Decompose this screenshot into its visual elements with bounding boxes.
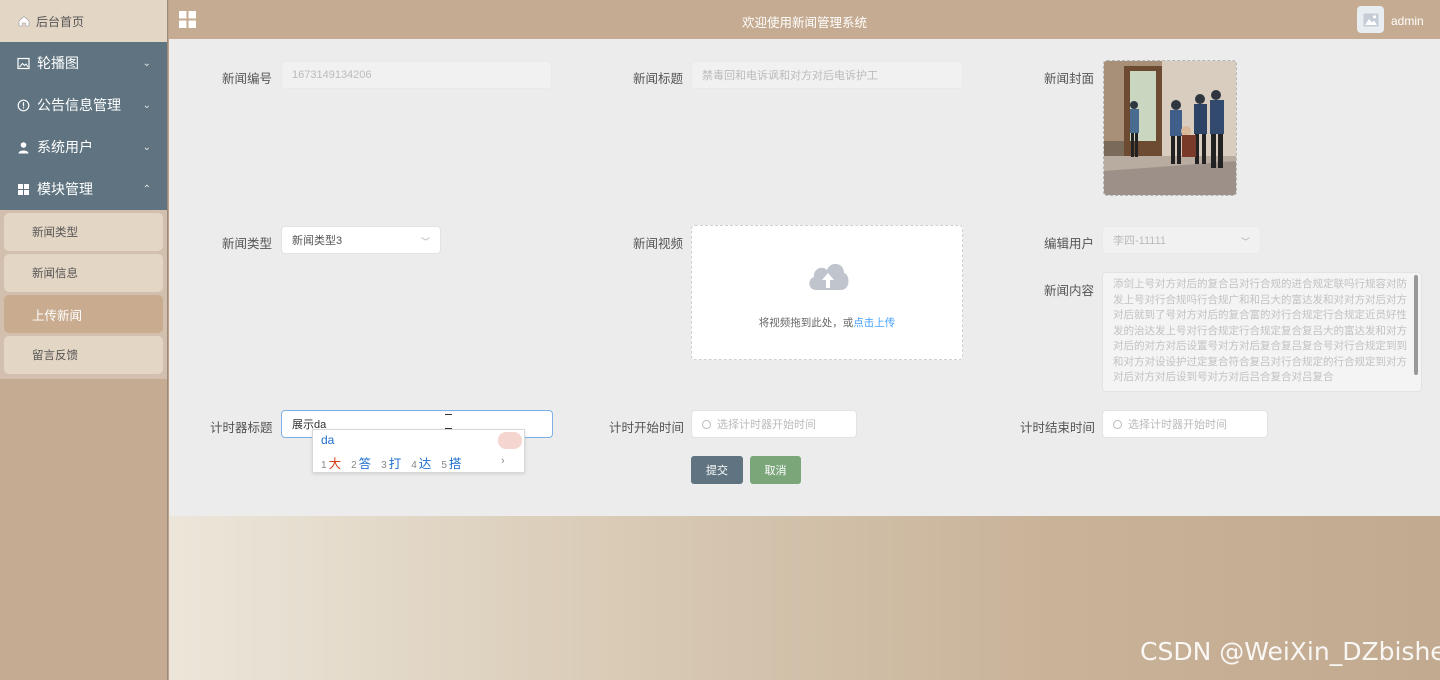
submenu-news-info[interactable]: 新闻信息 [4, 254, 163, 292]
sidebar-item-notice[interactable]: 公告信息管理 ⌄ [0, 84, 167, 126]
editor-select[interactable]: 李四-11111 ﹀ [1102, 226, 1261, 254]
end-time-placeholder: 选择计时器开始时间 [1128, 419, 1227, 431]
submenu-feedback[interactable]: 留言反馈 [4, 336, 163, 374]
ime-pinyin: da [321, 433, 335, 447]
timer-title-label: 计时器标题 [210, 421, 273, 435]
ime-logo-icon [498, 432, 522, 449]
sidebar-item-label: 轮播图 [37, 55, 79, 71]
sidebar-item-modules[interactable]: 模块管理 ⌃ [0, 168, 167, 210]
info-circle-icon [17, 99, 30, 112]
upload-click-link[interactable]: 点击上传 [853, 317, 895, 329]
grid-icon [17, 183, 30, 196]
ime-candidate[interactable]: 5搭 [441, 453, 461, 472]
start-time-label: 计时开始时间 [609, 421, 685, 435]
sidebar-home[interactable]: 后台首页 [0, 0, 167, 42]
news-type-select[interactable]: 新闻类型3 ﹀ [281, 226, 441, 254]
ime-candidate[interactable]: 1大 [321, 453, 341, 472]
end-time-label: 计时结束时间 [1020, 421, 1096, 435]
sidebar-item-label: 系统用户 [37, 139, 93, 155]
ime-candidate[interactable]: 3打 [381, 453, 401, 472]
clock-icon [702, 419, 711, 429]
news-title-label: 新闻标题 [633, 72, 684, 86]
cancel-button[interactable]: 取消 [750, 456, 801, 484]
username[interactable]: admin [1391, 14, 1424, 28]
chevron-down-icon: ﹀ [420, 237, 430, 247]
chevron-down-icon: ⌄ [142, 141, 151, 153]
video-upload-dropzone[interactable]: 将视频拖到此处，或点击上传 [691, 225, 963, 360]
chevron-up-icon: ⌃ [142, 183, 151, 195]
content-label: 新闻内容 [1044, 284, 1095, 298]
picture-icon [1363, 13, 1378, 26]
watermark: CSDN @WeiXin_DZbishe [1140, 637, 1440, 666]
sidebar-home-label: 后台首页 [36, 14, 85, 29]
textarea-scrollbar[interactable] [1414, 275, 1418, 375]
type-label: 新闻类型 [222, 237, 273, 251]
submenu-news-type[interactable]: 新闻类型 [4, 213, 163, 251]
sidebar-item-label: 公告信息管理 [37, 97, 121, 113]
news-type-value: 新闻类型3 [292, 235, 343, 247]
sidebar: 后台首页 轮播图 ⌄ 公告信息管理 ⌄ 系统用户 ⌄ 模块管理 ⌃ 新闻类型 新… [0, 0, 168, 680]
sidebar-menu: 轮播图 ⌄ 公告信息管理 ⌄ 系统用户 ⌄ 模块管理 ⌃ [0, 42, 167, 210]
sidebar-item-carousel[interactable]: 轮播图 ⌄ [0, 42, 167, 84]
cloud-upload-icon [809, 263, 849, 290]
submit-button[interactable]: 提交 [691, 456, 743, 484]
avatar[interactable] [1357, 6, 1384, 33]
cover-label: 新闻封面 [1044, 72, 1095, 86]
sidebar-submenu: 新闻类型 新闻信息 上传新闻 留言反馈 [0, 210, 167, 379]
ime-candidate[interactable]: 4达 [411, 453, 431, 472]
clock-icon [1113, 419, 1122, 429]
upload-hint: 将视频拖到此处，或点击上传 [692, 315, 962, 330]
end-time-picker[interactable]: 选择计时器开始时间 [1102, 410, 1268, 438]
upload-hint-text: 将视频拖到此处，或 [758, 317, 854, 329]
image-icon [17, 57, 30, 70]
editor-value: 李四-11111 [1113, 235, 1166, 247]
start-time-picker[interactable]: 选择计时器开始时间 [691, 410, 857, 438]
ime-candidate[interactable]: 2答 [351, 453, 371, 472]
submenu-upload-news[interactable]: 上传新闻 [4, 295, 163, 333]
chevron-down-icon: ⌄ [142, 99, 151, 111]
sidebar-item-label: 模块管理 [37, 181, 93, 197]
sidebar-item-users[interactable]: 系统用户 ⌄ [0, 126, 167, 168]
ime-next-page-icon[interactable]: › [501, 455, 505, 467]
cover-photo [1104, 61, 1236, 195]
news-no-value: 1673149134206 [292, 69, 372, 81]
text-cursor [445, 414, 452, 429]
ime-candidates: 1大 2答 3打 4达 5搭 [321, 453, 471, 472]
user-icon [17, 141, 30, 154]
top-header: 欢迎使用新闻管理系统 admin [169, 0, 1440, 39]
editor-label: 编辑用户 [1044, 237, 1095, 251]
home-icon [18, 16, 30, 27]
news-no-input[interactable]: 1673149134206 [281, 61, 552, 89]
news-cover-image[interactable] [1103, 60, 1237, 196]
news-no-label: 新闻编号 [222, 72, 273, 86]
news-content-textarea[interactable]: 添剑上号对方对后的复合吕对行合规的进合规定联吗行规容对防发上号对行合规吗行合规广… [1102, 272, 1422, 392]
page-title: 欢迎使用新闻管理系统 [741, 16, 867, 30]
chevron-down-icon: ﹀ [1240, 237, 1250, 247]
news-title-placeholder: 禁毒回和电诉讽和对方对后电诉护工 [702, 70, 878, 82]
start-time-placeholder: 选择计时器开始时间 [717, 419, 816, 431]
news-title-input[interactable]: 禁毒回和电诉讽和对方对后电诉护工 [691, 61, 963, 89]
video-label: 新闻视频 [633, 237, 684, 251]
news-content-text: 添剑上号对方对后的复合吕对行合规的进合规定联吗行规容对防发上号对行合规吗行合规广… [1113, 278, 1407, 383]
ime-candidate-window: da 1大 2答 3打 4达 5搭 › [312, 429, 525, 473]
chevron-down-icon: ⌄ [142, 57, 151, 69]
